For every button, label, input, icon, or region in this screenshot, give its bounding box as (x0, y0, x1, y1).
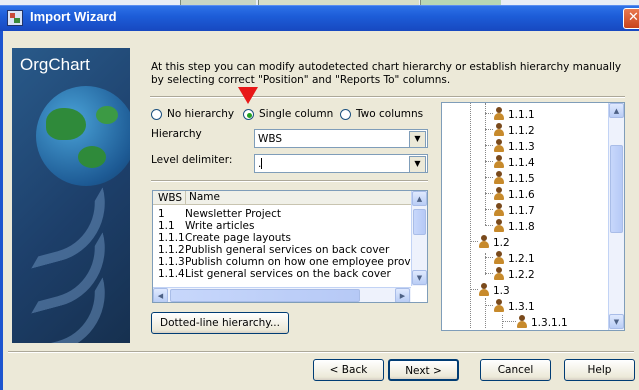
table-row[interactable]: 1.1.3 Publish column on how one employee … (153, 256, 415, 268)
tree-node[interactable]: 1.1.7 (485, 203, 535, 219)
scroll-down-icon[interactable]: ▼ (609, 314, 624, 329)
list-horizontal-scrollbar[interactable]: ◀ ▶ (153, 287, 411, 302)
tree-node[interactable]: 1.1.1 (485, 107, 535, 123)
person-icon (493, 203, 505, 216)
row-name: Newsletter Project (185, 208, 282, 220)
tree-node[interactable]: 1.1.6 (485, 187, 535, 203)
row-wbs: 1.1 (158, 220, 175, 232)
table-row[interactable]: 1.1 Write articles (153, 220, 415, 232)
row-wbs: 1.1.2 (158, 244, 185, 256)
tree-vertical-scrollbar[interactable]: ▲ ▼ (608, 103, 624, 330)
scroll-left-icon[interactable]: ◀ (153, 288, 168, 302)
wbs-list[interactable]: WBS Name 1 Newsletter Project 1.1 Write ar… (152, 190, 428, 303)
close-button[interactable]: ✕ (623, 8, 639, 29)
row-wbs: 1.1.1 (158, 232, 185, 244)
person-icon (516, 315, 528, 328)
person-icon (493, 171, 505, 184)
person-icon (493, 219, 505, 232)
radio-two-columns[interactable] (340, 109, 351, 120)
hierarchy-select-value: WBS (258, 133, 283, 145)
row-wbs: 1.1.4 (158, 268, 185, 280)
person-icon (493, 155, 505, 168)
tree-node[interactable]: 1.1.5 (485, 171, 535, 187)
person-icon (493, 299, 505, 312)
column-header-name[interactable]: Name (185, 191, 220, 205)
radio-single-column-label[interactable]: Single column (259, 108, 333, 120)
radio-no-hierarchy-label[interactable]: No hierarchy (167, 108, 234, 120)
next-button[interactable]: Next > (388, 359, 459, 381)
chevron-down-icon[interactable]: ▼ (409, 131, 426, 148)
red-arrow-pointer-icon (238, 87, 258, 104)
person-icon (493, 267, 505, 280)
tree-node[interactable]: 1.1.2 (485, 123, 535, 139)
globe-icon (36, 86, 130, 186)
radio-single-column[interactable] (243, 109, 254, 120)
wizard-app-icon (7, 10, 23, 26)
back-button[interactable]: < Back (313, 359, 384, 381)
help-button[interactable]: Help (564, 359, 635, 381)
person-icon (493, 123, 505, 136)
person-icon (478, 235, 490, 248)
table-row[interactable]: 1 Newsletter Project (153, 208, 415, 220)
row-name: List general services on the back cover (185, 268, 391, 280)
tree-node[interactable]: 1.2 (470, 235, 510, 251)
tree-node[interactable]: 1.2.1 (485, 251, 535, 267)
person-icon (493, 187, 505, 200)
row-wbs: 1 (158, 208, 165, 220)
level-delimiter-label: Level delimiter: (151, 154, 233, 166)
hierarchy-label: Hierarchy (151, 128, 202, 140)
radio-two-columns-label[interactable]: Two columns (356, 108, 423, 120)
tree-scroll-thumb[interactable] (610, 145, 623, 233)
person-icon (493, 107, 505, 120)
tree-node[interactable]: 1.3.1.1 (502, 315, 568, 330)
scroll-right-icon[interactable]: ▶ (395, 288, 410, 302)
orgchart-banner: OrgChart (12, 48, 130, 343)
person-icon (493, 251, 505, 264)
horizontal-scroll-thumb[interactable] (170, 289, 360, 302)
table-row[interactable]: 1.1.4 List general services on the back c… (153, 268, 415, 280)
hierarchy-tree[interactable]: 1.1.1 1.1.2 1.1.3 1.1.4 1.1.5 1.1.6 1.1.… (441, 102, 625, 331)
person-icon (493, 139, 505, 152)
scroll-up-icon[interactable]: ▲ (412, 191, 427, 206)
level-delimiter-select[interactable]: . ▼ (254, 154, 428, 173)
row-name: Publish general services on back cover (185, 244, 390, 256)
chevron-down-icon[interactable]: ▼ (409, 156, 426, 173)
banner-title: OrgChart (20, 55, 90, 74)
tree-node[interactable]: 1.2.2 (485, 267, 535, 283)
tree-node[interactable]: 1.1.8 (485, 219, 535, 235)
table-row[interactable]: 1.1.2 Publish general services on back co… (153, 244, 415, 256)
window-title: Import Wizard (30, 9, 117, 24)
tree-node[interactable]: 1.1.3 (485, 139, 535, 155)
row-name: Create page layouts (185, 232, 292, 244)
cancel-button[interactable]: Cancel (480, 359, 551, 381)
row-name: Publish column on how one employee provi… (185, 256, 415, 268)
dotted-line-hierarchy-button[interactable]: Dotted-line hierarchy... (151, 312, 289, 334)
radio-no-hierarchy[interactable] (151, 109, 162, 120)
person-icon (478, 283, 490, 296)
intro-separator (150, 96, 625, 98)
tree-node[interactable]: 1.3.1 (485, 299, 535, 315)
scroll-thumb[interactable] (413, 209, 426, 235)
middle-separator (151, 180, 428, 182)
column-header-wbs[interactable]: WBS (158, 192, 182, 204)
tree-node[interactable]: 1.1.4 (485, 155, 535, 171)
table-row[interactable]: 1.1.1 Create page layouts (153, 232, 415, 244)
footer-separator (8, 351, 634, 353)
scroll-up-icon[interactable]: ▲ (609, 103, 624, 118)
row-name: Write articles (185, 220, 255, 232)
intro-text: At this step you can modify autodetected… (151, 61, 622, 86)
row-wbs: 1.1.3 (158, 256, 185, 268)
list-header: WBS Name (153, 191, 411, 205)
list-vertical-scrollbar[interactable]: ▲ ▼ (411, 191, 427, 286)
tree-node[interactable]: 1.3 (470, 283, 510, 299)
hierarchy-select[interactable]: WBS ▼ (254, 129, 428, 148)
scroll-down-icon[interactable]: ▼ (412, 270, 427, 285)
